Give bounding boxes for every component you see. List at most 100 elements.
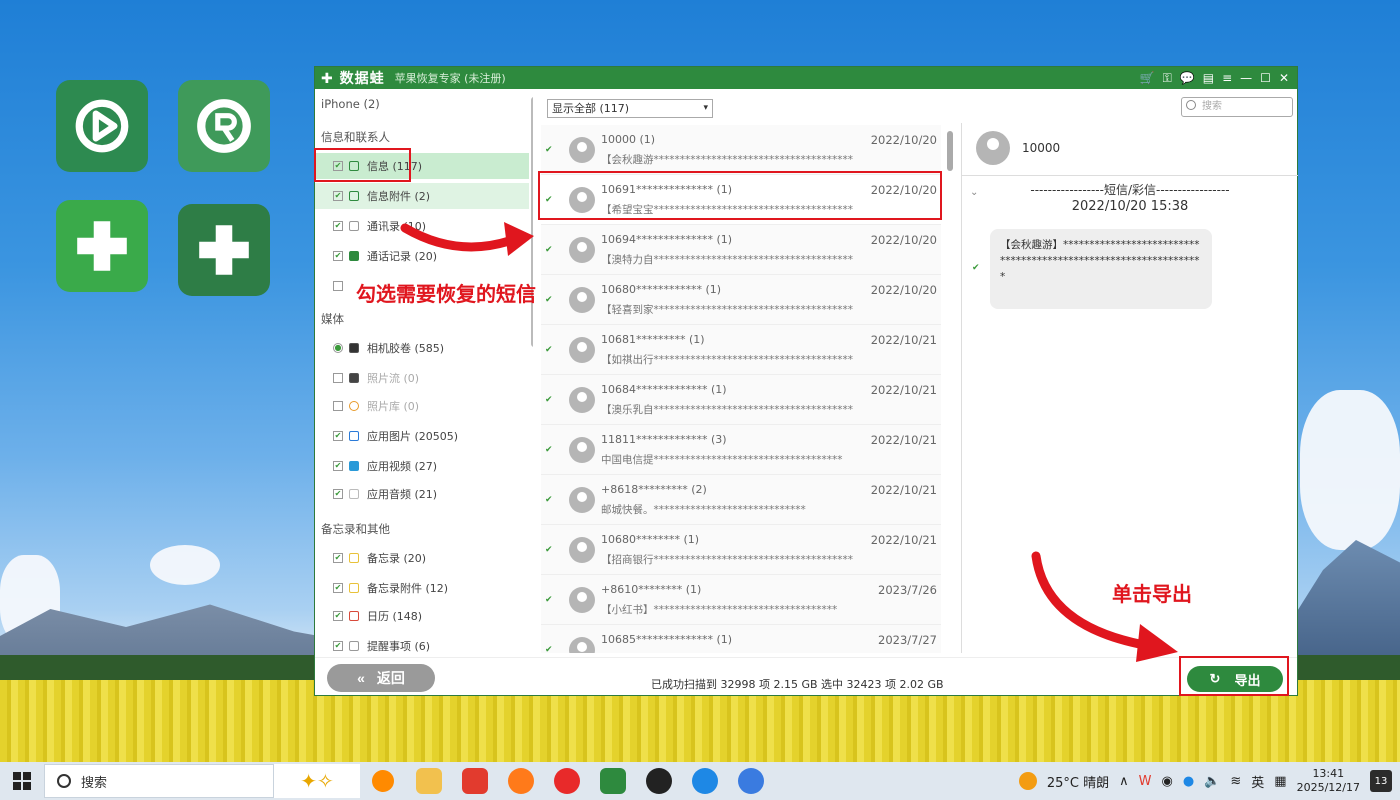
list-item[interactable]: ✔ 10684************* (1) 2022/10/21 【澳乐乳自… [541,375,941,425]
desktop-app-icon-4[interactable] [178,204,270,296]
taskbar-app-sogou[interactable] [682,762,728,800]
checkbox-checked[interactable]: ✔ [545,445,555,455]
search-placeholder: 搜索 [1202,101,1222,112]
minimize-icon[interactable]: — [1240,71,1252,86]
checkbox-checked[interactable]: ✔ [545,495,555,505]
taskbar-app-qq[interactable] [636,762,682,800]
taskbar-app-explorer[interactable] [406,762,452,800]
checkbox-checked[interactable]: ✔ [333,611,343,621]
cart-icon[interactable]: 🛒 [1140,71,1155,86]
checkbox-checked[interactable]: ✔ [333,583,343,593]
sidebar-item-notes[interactable]: ✔ 备忘录 (20) [315,545,529,571]
back-button[interactable]: « 返回 [327,664,435,692]
checkbox-checked[interactable]: ✔ [333,489,343,499]
checkbox-checked[interactable]: ✔ [333,251,343,261]
checkbox-checked[interactable]: ✔ [545,345,555,355]
wps-tray-icon[interactable]: W [1139,774,1152,789]
menu-icon[interactable]: ≡ [1222,71,1232,86]
sidebar-item-label: 照片库 (0) [367,400,420,413]
start-button[interactable] [0,762,44,800]
maximize-icon[interactable]: ☐ [1260,71,1271,86]
ime-indicator[interactable]: 英 [1251,772,1264,791]
device-label[interactable]: iPhone (2) [321,97,380,111]
list-item[interactable]: ✔ +8618********* (2) 2022/10/21 邮城快餐。****… [541,475,941,525]
checkbox-checked[interactable]: ✔ [972,263,980,273]
checkbox[interactable] [333,281,343,291]
detail-sender: 10000 [1022,141,1061,155]
date: 2022/10/21 [870,533,937,547]
checkbox-checked[interactable]: ✔ [333,641,343,651]
browser-tray-icon[interactable]: ● [1183,774,1194,789]
checkbox-checked[interactable]: ✔ [545,395,555,405]
checkbox-checked[interactable]: ✔ [545,595,555,605]
list-item[interactable]: ✔ 10000 (1) 2022/10/20 【会秋趣游*************… [541,125,941,175]
close-icon[interactable]: ✕ [1279,71,1289,86]
list-item[interactable]: ✔ +8610******** (1) 2023/7/26 【小红书】******… [541,575,941,625]
checkbox-checked[interactable]: ✔ [545,245,555,255]
sidebar-item-photo-library[interactable]: 照片库 (0) [315,393,529,419]
checkbox-checked[interactable]: ✔ [333,431,343,441]
taskbar-app-firefox[interactable] [498,762,544,800]
list-item[interactable]: ✔ 10680******** (1) 2022/10/21 【招商银行*****… [541,525,941,575]
radio-selected[interactable]: ● [333,343,343,353]
list-item[interactable]: ✔ 10680************ (1) 2022/10/20 【轻喜到家*… [541,275,941,325]
taskbar-search-input[interactable]: 搜索 [44,764,274,798]
list-item[interactable]: ✔ 10694************** (1) 2022/10/20 【澳特力… [541,225,941,275]
sidebar-item-note-attachments[interactable]: ✔ 备忘录附件 (12) [315,575,529,601]
clock-date: 2025/12/17 [1296,781,1360,794]
date: 2022/10/20 [870,133,937,147]
key-icon[interactable]: ⚿ [1163,71,1172,86]
feedback-icon[interactable]: ▤ [1203,71,1214,86]
copilot-sparkle-icon[interactable]: ✦✧ [274,764,360,798]
list-item[interactable]: ✔ 10685************** (1) 2023/7/27 [541,625,941,653]
list-scrollbar[interactable] [947,131,953,171]
notification-badge[interactable]: 13 [1370,770,1392,792]
chat-icon[interactable]: 💬 [1180,71,1195,86]
desktop-app-icon-3[interactable] [56,200,148,292]
speaker-icon[interactable]: 🔈 [1204,774,1220,789]
list-item[interactable]: ✔ 10681********* (1) 2022/10/21 【如祺出行****… [541,325,941,375]
scan-status: 已成功扫描到 32998 项 2.15 GB 选中 32423 项 2.02 G… [651,678,944,691]
sidebar-item-calendar[interactable]: ✔ 日历 (148) [315,603,529,629]
taskbar-app-red[interactable] [544,762,590,800]
search-icon [1186,100,1196,110]
filter-dropdown[interactable]: 显示全部 (117) ▾ [547,99,713,118]
plus-frog-icon [77,221,127,271]
taskbar-app-recovery[interactable] [590,762,636,800]
checkbox-checked[interactable]: ✔ [545,545,555,555]
desktop-app-icon-1[interactable] [56,80,148,172]
qq-tray-icon[interactable]: ◉ [1162,774,1173,789]
taskbar-app-wps[interactable] [452,762,498,800]
search-input[interactable]: 搜索 [1181,97,1293,117]
sidebar-item-app-photos[interactable]: ✔ 应用图片 (20505) [315,423,529,449]
checkbox-checked[interactable]: ✔ [545,295,555,305]
filter-selected-value: 显示全部 (117) [552,102,630,115]
taskbar-app-search[interactable] [360,762,406,800]
checkbox-checked[interactable]: ✔ [333,553,343,563]
sidebar-item-photo-stream[interactable]: 照片流 (0) [315,365,529,391]
checkbox-checked[interactable]: ✔ [333,191,343,201]
checkbox-checked[interactable]: ✔ [333,221,343,231]
checkbox-checked[interactable]: ✔ [545,645,555,653]
desktop-app-icon-2[interactable] [178,80,270,172]
photo-stream-icon [349,373,359,383]
sidebar-item-label: 提醒事项 (6) [367,640,431,653]
taskbar-app-browser[interactable] [728,762,774,800]
checkbox[interactable] [333,401,343,411]
checkbox[interactable] [333,373,343,383]
sidebar-item-app-videos[interactable]: ✔ 应用视频 (27) [315,453,529,479]
list-item[interactable]: ✔ 11811************* (3) 2022/10/21 中国电信提… [541,425,941,475]
clock[interactable]: 13:41 2025/12/17 [1297,767,1360,795]
sidebar-item-reminders[interactable]: ✔ 提醒事项 (6) [315,633,529,655]
ime-tool-icon[interactable]: ▦ [1274,774,1286,789]
checkbox-checked[interactable]: ✔ [545,145,555,155]
weather-text[interactable]: 25°C 晴朗 [1047,772,1109,791]
section-title: 信息和联系人 [321,130,390,144]
sidebar-item-app-audio[interactable]: ✔ 应用音频 (21) [315,481,529,507]
avatar [569,287,595,313]
wifi-icon[interactable]: ≋ [1230,774,1241,789]
chevron-up-icon[interactable]: ∧ [1119,774,1129,789]
checkbox-checked[interactable]: ✔ [333,461,343,471]
date: 2022/10/21 [870,483,937,497]
sidebar-item-camera-roll[interactable]: ● 相机胶卷 (585) [315,335,529,361]
